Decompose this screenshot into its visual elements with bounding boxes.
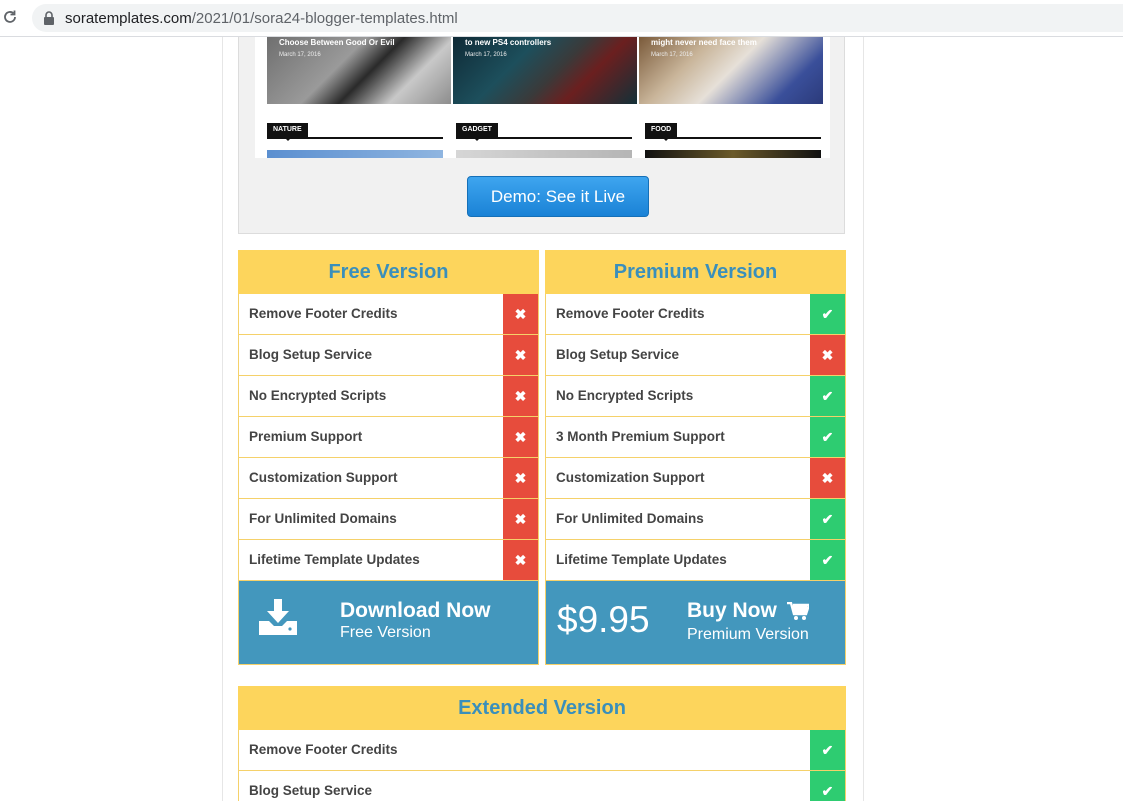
- preview-post-date: March 17, 2016: [651, 52, 693, 58]
- preview-image-gadget: [456, 150, 632, 158]
- feature-row: Blog Setup Service ✖: [545, 335, 846, 376]
- feature-label: No Encrypted Scripts: [556, 388, 694, 403]
- buy-now-subtitle: Premium Version: [687, 626, 809, 643]
- feature-label: Remove Footer Credits: [556, 306, 705, 321]
- premium-version-title: Premium Version: [545, 250, 846, 294]
- feature-row: No Encrypted Scripts ✔: [545, 376, 846, 417]
- url-domain: soratemplates.com: [65, 10, 192, 27]
- preview-post-3: might never need face them March 17, 201…: [639, 37, 823, 104]
- browser-address-bar: soratemplates.com/2021/01/sora24-blogger…: [0, 0, 1123, 37]
- extended-version-table: Extended Version Remove Footer Credits ✔ …: [238, 686, 846, 801]
- buy-now-label: Buy Now: [687, 599, 777, 622]
- free-version-table: Free Version Remove Footer Credits ✖ Blog…: [238, 250, 539, 665]
- feature-row: For Unlimited Domains ✔: [545, 499, 846, 540]
- feature-label: Lifetime Template Updates: [556, 552, 727, 567]
- feature-label: For Unlimited Domains: [249, 511, 397, 526]
- cross-icon: ✖: [503, 458, 538, 498]
- check-icon: ✔: [810, 417, 845, 457]
- lock-icon: [44, 11, 54, 25]
- feature-label: Premium Support: [249, 429, 363, 444]
- feature-row: Lifetime Template Updates ✖: [238, 540, 539, 581]
- check-icon: ✔: [810, 499, 845, 539]
- cross-icon: ✖: [810, 458, 845, 498]
- page-content: Choose Between Good Or Evil March 17, 20…: [222, 37, 864, 801]
- feature-label: No Encrypted Scripts: [249, 388, 387, 403]
- preview-image-nature: [267, 150, 443, 158]
- category-label-gadget: GADGET: [456, 123, 632, 141]
- check-icon: ✔: [810, 376, 845, 416]
- category-label-food: FOOD: [645, 123, 821, 141]
- download-icon: [259, 599, 297, 635]
- url-field[interactable]: soratemplates.com/2021/01/sora24-blogger…: [32, 4, 1123, 32]
- feature-row: Remove Footer Credits ✔: [545, 294, 846, 335]
- check-icon: ✔: [810, 771, 845, 801]
- feature-label: Remove Footer Credits: [249, 742, 398, 757]
- cross-icon: ✖: [503, 294, 538, 334]
- cross-icon: ✖: [810, 335, 845, 375]
- feature-row: Premium Support ✖: [238, 417, 539, 458]
- cross-icon: ✖: [503, 335, 538, 375]
- reload-icon[interactable]: [2, 9, 18, 25]
- feature-row: Remove Footer Credits ✔: [238, 730, 846, 771]
- category-label-nature: NATURE: [267, 123, 443, 141]
- cross-icon: ✖: [503, 376, 538, 416]
- feature-row: No Encrypted Scripts ✖: [238, 376, 539, 417]
- template-preview-image: Choose Between Good Or Evil March 17, 20…: [255, 37, 830, 158]
- preview-post-1: Choose Between Good Or Evil March 17, 20…: [267, 37, 451, 104]
- feature-row: Customization Support ✖: [545, 458, 846, 499]
- feature-row: Blog Setup Service ✖: [238, 335, 539, 376]
- feature-label: Blog Setup Service: [249, 783, 373, 798]
- feature-label: For Unlimited Domains: [556, 511, 704, 526]
- check-icon: ✔: [810, 730, 845, 770]
- demo-preview-box: Choose Between Good Or Evil March 17, 20…: [238, 37, 845, 234]
- feature-row: Blog Setup Service ✔: [238, 771, 846, 801]
- cross-icon: ✖: [503, 417, 538, 457]
- feature-row: Customization Support ✖: [238, 458, 539, 499]
- feature-label: Blog Setup Service: [249, 347, 373, 362]
- preview-post-date: March 17, 2016: [279, 52, 321, 58]
- feature-label: Lifetime Template Updates: [249, 552, 420, 567]
- preview-post-title: to new PS4 controllers: [465, 38, 552, 47]
- preview-post-2: to new PS4 controllers March 17, 2016: [453, 37, 637, 104]
- preview-post-title: might never need face them: [651, 38, 757, 47]
- preview-image-food: [645, 150, 821, 158]
- free-version-title: Free Version: [238, 250, 539, 294]
- feature-label: Customization Support: [556, 470, 705, 485]
- feature-label: Customization Support: [249, 470, 398, 485]
- download-now-button[interactable]: Download Now Free Version: [238, 581, 539, 665]
- feature-row: 3 Month Premium Support ✔: [545, 417, 846, 458]
- check-icon: ✔: [810, 294, 845, 334]
- premium-price: $9.95: [557, 599, 650, 640]
- buy-now-button[interactable]: $9.95 Buy Now Premium Version: [545, 581, 846, 665]
- url-path: /2021/01/sora24-blogger-templates.html: [191, 10, 458, 27]
- feature-row: For Unlimited Domains ✖: [238, 499, 539, 540]
- url-text: soratemplates.com/2021/01/sora24-blogger…: [65, 10, 458, 27]
- feature-row: Remove Footer Credits ✖: [238, 294, 539, 335]
- feature-label: Remove Footer Credits: [249, 306, 398, 321]
- download-now-subtitle: Free Version: [340, 624, 431, 641]
- extended-version-title: Extended Version: [238, 686, 846, 730]
- cart-icon: [787, 602, 809, 620]
- check-icon: ✔: [810, 540, 845, 580]
- cross-icon: ✖: [503, 540, 538, 580]
- preview-post-title: Choose Between Good Or Evil: [279, 38, 395, 47]
- feature-label: 3 Month Premium Support: [556, 429, 725, 444]
- feature-row: Lifetime Template Updates ✔: [545, 540, 846, 581]
- preview-post-date: March 17, 2016: [465, 52, 507, 58]
- cross-icon: ✖: [503, 499, 538, 539]
- download-now-label: Download Now: [340, 599, 491, 622]
- feature-label: Blog Setup Service: [556, 347, 680, 362]
- demo-live-button[interactable]: Demo: See it Live: [467, 176, 649, 217]
- premium-version-table: Premium Version Remove Footer Credits ✔ B…: [545, 250, 846, 665]
